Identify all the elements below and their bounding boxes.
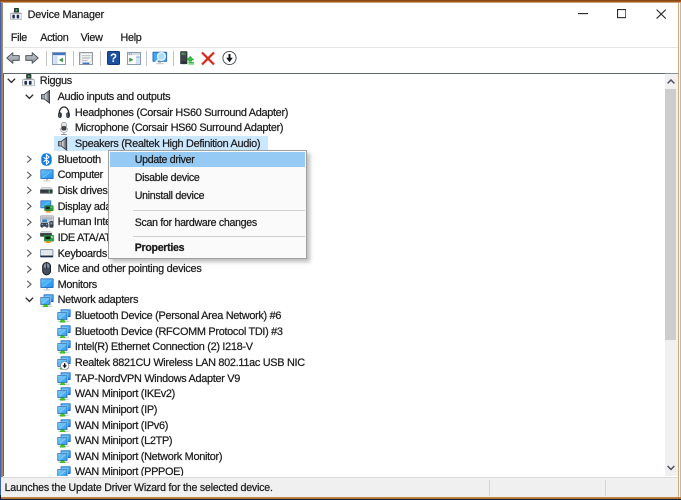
svg-text:?: ? <box>110 53 117 65</box>
